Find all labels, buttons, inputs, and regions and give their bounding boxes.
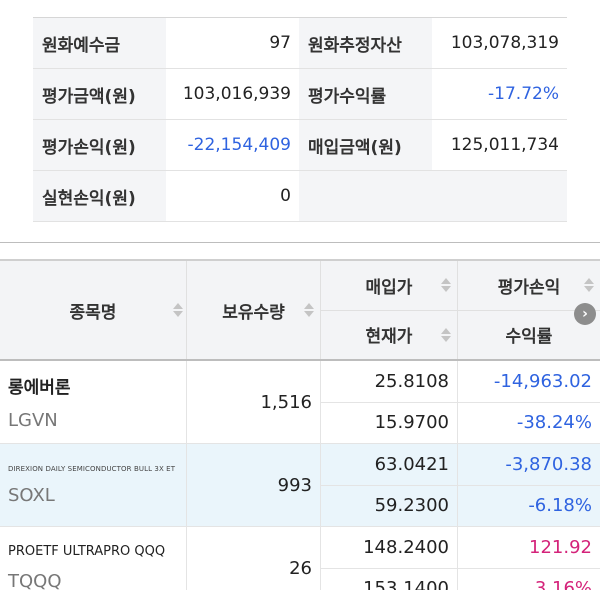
- summary-value: 125,011,734: [432, 120, 567, 170]
- pnl-amount: 121.92: [458, 527, 600, 569]
- current-price: 59.2300: [374, 495, 449, 517]
- buy-price: 148.2400: [321, 527, 457, 569]
- return-rate: -6.18%: [528, 495, 592, 517]
- header-label: 매입가: [365, 277, 413, 298]
- stock-name: DIREXION DAILY SEMICONDUCTOR BULL 3X ET: [8, 464, 176, 473]
- summary-label: 원화추정자산: [299, 18, 432, 68]
- pnl-cell: 121.92 3.16%: [458, 527, 600, 590]
- table-row[interactable]: PROETF ULTRAPRO QQQ TQQQ 26 148.2400 153…: [0, 527, 600, 590]
- summary-label: 원화예수금: [33, 18, 166, 68]
- table-row[interactable]: 롱에버론 LGVN 1,516 25.8108 15.9700 -14,963.…: [0, 361, 600, 444]
- stock-name-cell: PROETF ULTRAPRO QQQ TQQQ: [0, 527, 187, 590]
- header-label: 보유수량: [222, 302, 285, 323]
- account-summary: 원화예수금 97 원화추정자산 103,078,319 평가금액(원) 103,…: [33, 17, 567, 222]
- pnl-amount: -14,963.02: [458, 361, 600, 403]
- stock-ticker: LGVN: [8, 410, 58, 431]
- sort-updown-icon[interactable]: [441, 277, 451, 293]
- pnl-cell: -14,963.02 -38.24%: [458, 361, 600, 443]
- chevron-right-icon[interactable]: ›: [574, 303, 596, 325]
- header-pnl: 평가손익 수익률 ›: [458, 261, 600, 359]
- return-rate-value: -17.72%: [432, 69, 567, 119]
- header-label: 수익률: [505, 327, 553, 348]
- price-cell: 63.0421 59.2300: [321, 444, 458, 526]
- quantity: 1,516: [187, 361, 321, 443]
- summary-row: 실현손익(원) 0: [33, 171, 567, 222]
- table-row[interactable]: DIREXION DAILY SEMICONDUCTOR BULL 3X ET …: [0, 444, 600, 527]
- sort-updown-icon[interactable]: [441, 327, 451, 343]
- price-cell: 25.8108 15.9700: [321, 361, 458, 443]
- header-label: 평가손익: [497, 277, 561, 298]
- header-label: 종목명: [69, 302, 117, 323]
- summary-label: 평가손익(원): [33, 120, 166, 170]
- header-price: 매입가 현재가: [321, 261, 458, 359]
- summary-value: 97: [166, 18, 299, 68]
- summary-label: 매입금액(원): [299, 120, 432, 170]
- pnl-cell: -3,870.38 -6.18%: [458, 444, 600, 526]
- stock-name: PROETF ULTRAPRO QQQ: [8, 544, 166, 559]
- stock-ticker: TQQQ: [8, 571, 62, 590]
- empty-cell: [299, 171, 432, 221]
- current-price: 15.9700: [374, 412, 449, 434]
- summary-label: 실현손익(원): [33, 171, 166, 221]
- table-header: 종목명 보유수량 매입가 현재가 평가손익 수익률 ›: [0, 259, 600, 361]
- pnl-amount: -3,870.38: [458, 444, 600, 486]
- header-cur-price[interactable]: 현재가: [321, 311, 457, 360]
- quantity: 26: [187, 527, 321, 590]
- empty-cell: [432, 171, 567, 221]
- quantity: 993: [187, 444, 321, 526]
- return-rate: -38.24%: [516, 412, 592, 434]
- summary-value: 0: [166, 171, 299, 221]
- pnl-value: -22,154,409: [166, 120, 299, 170]
- stock-name-cell: 롱에버론 LGVN: [0, 361, 187, 443]
- summary-label: 평가금액(원): [33, 69, 166, 119]
- summary-label: 평가수익률: [299, 69, 432, 119]
- summary-row: 원화예수금 97 원화추정자산 103,078,319: [33, 18, 567, 69]
- header-pnl-amount[interactable]: 평가손익: [458, 261, 600, 311]
- divider: [0, 242, 600, 243]
- stock-name-cell: DIREXION DAILY SEMICONDUCTOR BULL 3X ET …: [0, 444, 187, 526]
- summary-row: 평가손익(원) -22,154,409 매입금액(원) 125,011,734: [33, 120, 567, 171]
- stock-ticker: SOXL: [8, 484, 55, 506]
- header-label: 현재가: [365, 327, 413, 348]
- return-rate: 3.16%: [534, 578, 592, 590]
- buy-price: 25.8108: [321, 361, 457, 403]
- buy-price: 63.0421: [321, 444, 457, 486]
- header-qty[interactable]: 보유수량: [187, 261, 321, 359]
- price-cell: 148.2400 153.1400: [321, 527, 458, 590]
- header-name[interactable]: 종목명: [0, 261, 187, 359]
- summary-value: 103,078,319: [432, 18, 567, 68]
- summary-row: 평가금액(원) 103,016,939 평가수익률 -17.72%: [33, 69, 567, 120]
- holdings-table: 종목명 보유수량 매입가 현재가 평가손익 수익률 › 롱에버론 LGVN 1,…: [0, 259, 600, 590]
- stock-name: 롱에버론: [8, 378, 71, 398]
- sort-updown-icon[interactable]: [584, 277, 594, 293]
- header-buy-price[interactable]: 매입가: [321, 261, 457, 311]
- summary-value: 103,016,939: [166, 69, 299, 119]
- current-price: 153.1400: [363, 578, 449, 590]
- sort-updown-icon[interactable]: [304, 302, 314, 318]
- sort-updown-icon[interactable]: [173, 302, 183, 318]
